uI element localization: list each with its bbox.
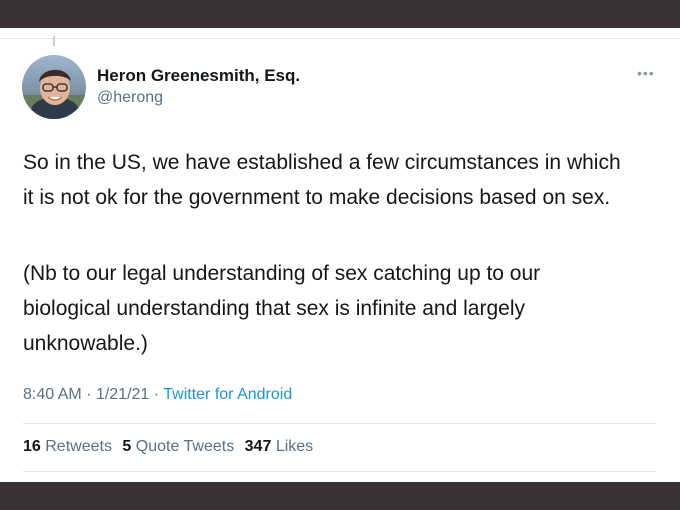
avatar[interactable] (22, 55, 86, 119)
divider (23, 471, 656, 472)
likes-stat[interactable]: 347 Likes (245, 438, 314, 455)
quote-tweets-stat[interactable]: 5 Quote Tweets (122, 438, 234, 455)
bottom-frame-bar (0, 482, 680, 510)
more-horizontal-icon[interactable]: ••• (637, 65, 655, 81)
retweets-stat[interactable]: 16 Retweets (23, 438, 112, 455)
likes-label: Likes (275, 438, 314, 455)
tweet-time[interactable]: 8:40 AM (23, 386, 82, 403)
tweet-card: Heron Greenesmith, Esq. @herong ••• So i… (0, 28, 680, 482)
tweet-text-paragraph-1: So in the US, we have established a few … (23, 151, 621, 209)
likes-count: 347 (244, 438, 272, 455)
top-frame-bar (0, 0, 680, 28)
display-name[interactable]: Heron Greenesmith, Esq. (97, 66, 300, 86)
retweets-label: Retweets (45, 438, 112, 455)
quote-tweets-count: 5 (122, 438, 132, 455)
tweet-text-paragraph-2: (Nb to our legal understanding of sex ca… (23, 262, 541, 355)
retweets-count: 16 (23, 438, 41, 455)
divider (0, 38, 680, 39)
meta-separator: · (153, 386, 160, 403)
tweet-date[interactable]: 1/21/21 (96, 386, 149, 403)
thread-line (53, 36, 55, 46)
tweet-source-link[interactable]: Twitter for Android (163, 386, 292, 403)
tweet-meta: 8:40 AM · 1/21/21 · Twitter for Android (23, 386, 292, 404)
quote-tweets-label: Quote Tweets (135, 438, 235, 455)
divider (23, 423, 656, 424)
tweet-stats: 16 Retweets 5 Quote Tweets 347 Likes (23, 438, 313, 456)
avatar-image (22, 55, 86, 119)
user-handle[interactable]: @herong (97, 89, 163, 107)
meta-separator: · (86, 386, 92, 403)
